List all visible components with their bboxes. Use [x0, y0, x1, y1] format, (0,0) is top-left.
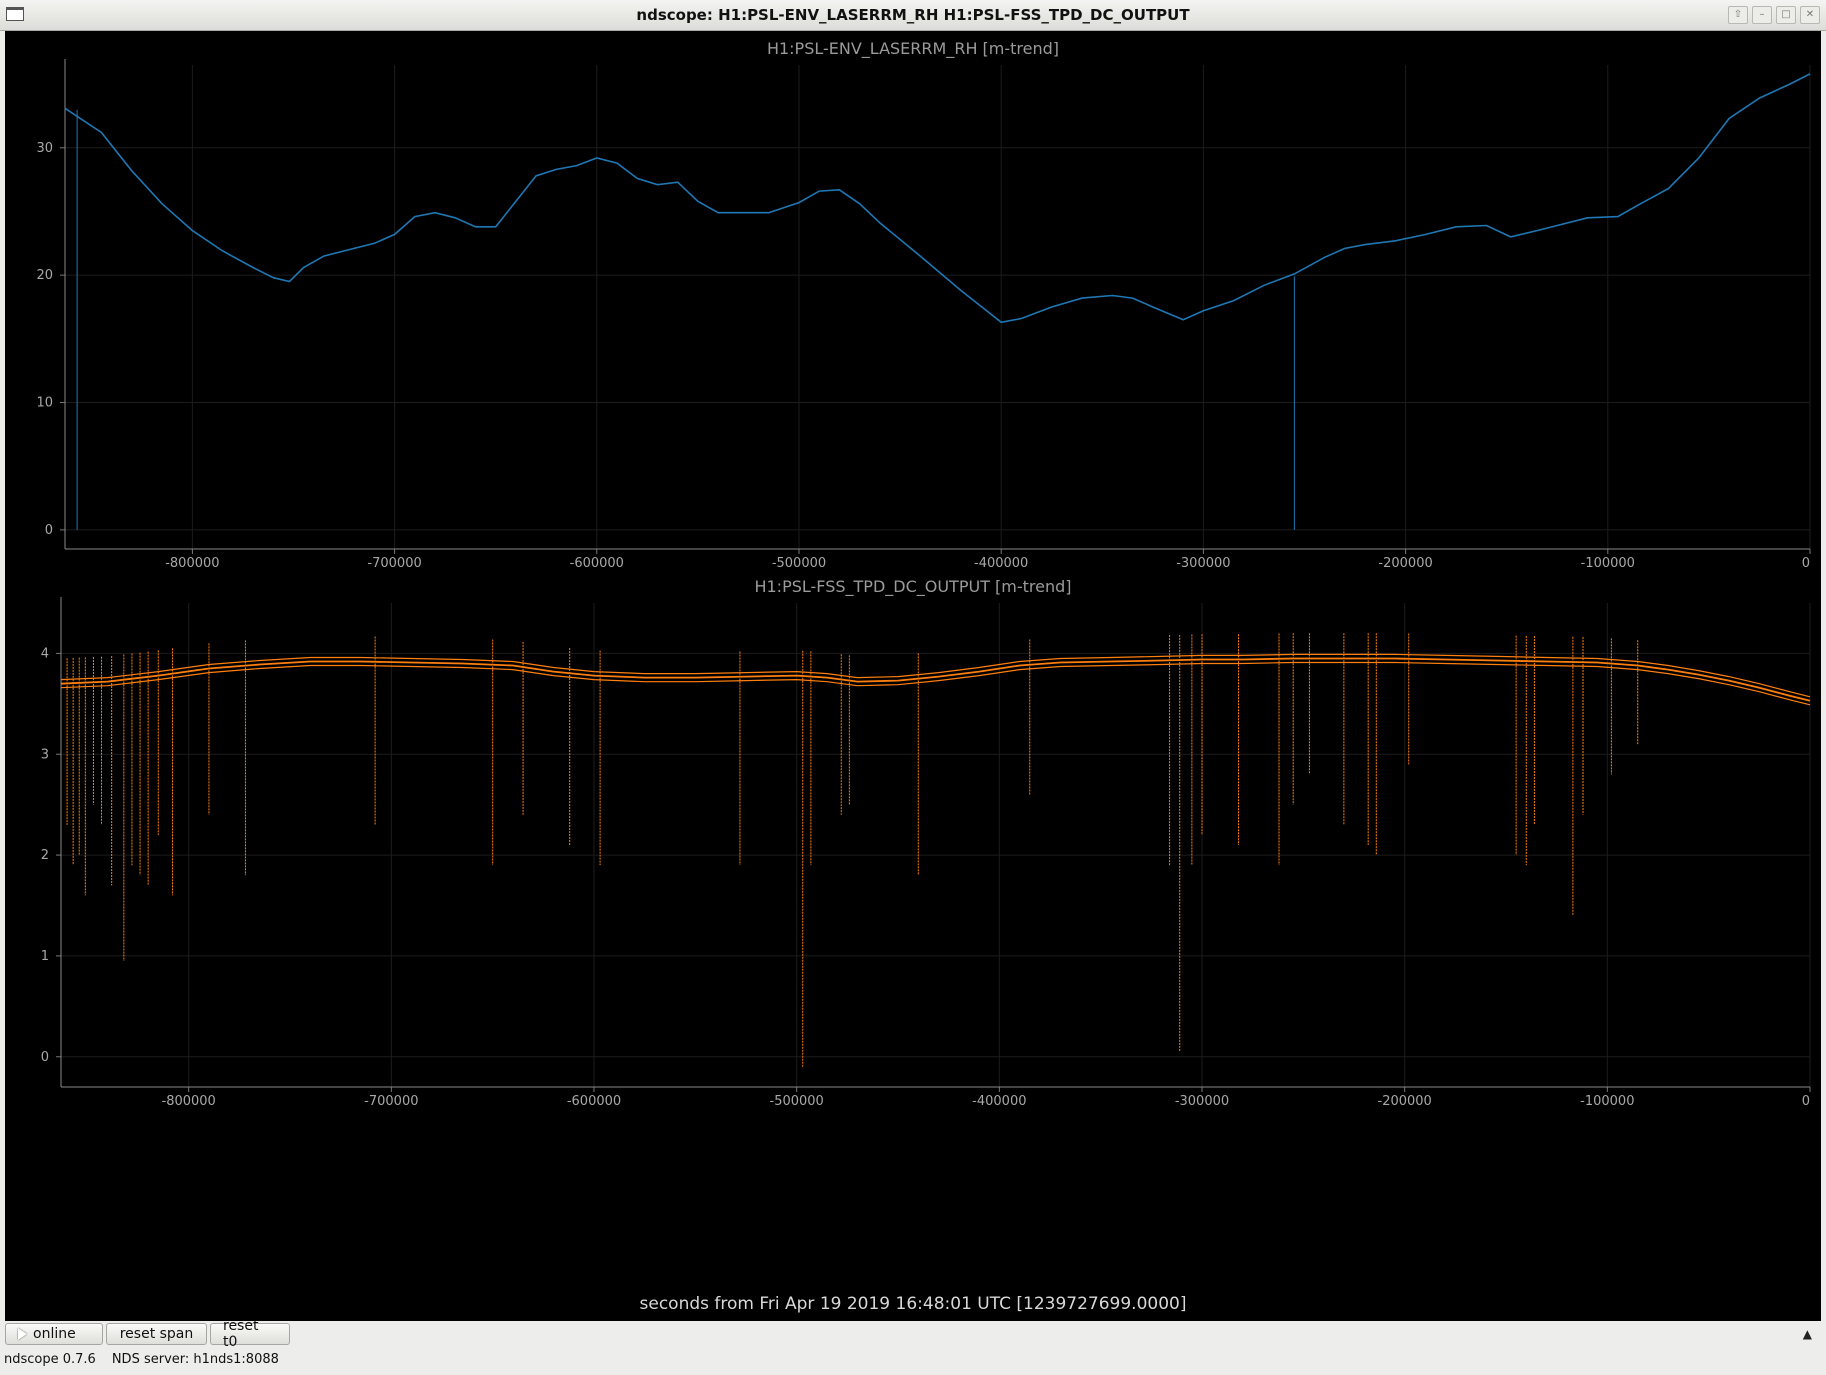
online-label: online [33, 1326, 76, 1342]
toolbar: online reset span reset t0 [5, 1318, 290, 1350]
y-tick-label: 0 [41, 1050, 49, 1065]
reset-span-button[interactable]: reset span [106, 1323, 207, 1345]
plot-title-rh: H1:PSL-ENV_LASERRM_RH [m-trend] [766, 39, 1060, 58]
y-tick-label: 1 [41, 949, 49, 964]
plot-laserrm-rh[interactable]: -800000 -700000 -600000 -500000 -400000 -3000… [5, 59, 1821, 574]
x-tick-label: -100000 [1580, 1094, 1634, 1109]
y-tick-label: 10 [36, 396, 53, 411]
x-tick-label: -600000 [567, 1094, 621, 1109]
x-tick-label: -300000 [1176, 556, 1230, 571]
x-tick-label: -800000 [162, 1094, 216, 1109]
x-tick-label: -700000 [364, 1094, 418, 1109]
window-controls: ⇧ – □ ✕ [1728, 6, 1820, 24]
y-tick-label: 4 [41, 646, 49, 661]
collapse-arrow-icon[interactable]: ▲ [1803, 1327, 1812, 1341]
y-tick-label: 3 [41, 747, 49, 762]
minimize-icon[interactable]: – [1752, 6, 1772, 24]
version-label: ndscope 0.7.6 [4, 1352, 96, 1367]
x-tick-label: -800000 [165, 556, 219, 571]
series-min-line [60, 661, 1811, 706]
up-icon[interactable]: ⇧ [1728, 6, 1748, 24]
x-axis-label: seconds from Fri Apr 19 2019 16:48:01 UT… [639, 1294, 1187, 1314]
window-title: ndscope: H1:PSL-ENV_LASERRM_RH H1:PSL-FS… [636, 6, 1190, 24]
x-tick-label: -500000 [770, 1094, 824, 1109]
x-tick-label: -600000 [570, 556, 624, 571]
x-tick-label: -500000 [772, 556, 826, 571]
x-tick-label: 0 [1802, 556, 1810, 571]
maximize-icon[interactable]: □ [1776, 6, 1796, 24]
series-line-rh [64, 73, 1811, 324]
plot-fss-tpd-dc[interactable]: -800000 -700000 -600000 -500000 -400000 -3000… [5, 597, 1821, 1112]
online-button[interactable]: online [5, 1323, 103, 1345]
x-tick-label: -300000 [1175, 1094, 1229, 1109]
x-tick-label: -200000 [1378, 556, 1432, 571]
x-tick-label: -700000 [367, 556, 421, 571]
y-tick-label: 2 [41, 848, 49, 863]
x-tick-label: 0 [1802, 1094, 1810, 1109]
window-titlebar: ndscope: H1:PSL-ENV_LASERRM_RH H1:PSL-FS… [0, 0, 1826, 31]
status-bar: ndscope 0.7.6 NDS server: h1nds1:8088 [4, 1352, 279, 1367]
series-line-tpd [60, 657, 1811, 702]
x-tick-label: -400000 [974, 556, 1028, 571]
x-tick-label: -100000 [1581, 556, 1635, 571]
y-tick-label: 20 [36, 268, 53, 283]
close-icon[interactable]: ✕ [1800, 6, 1820, 24]
x-tick-label: -200000 [1378, 1094, 1432, 1109]
y-tick-label: 30 [36, 141, 53, 156]
plot-title-tpd: H1:PSL-FSS_TPD_DC_OUTPUT [m-trend] [754, 577, 1072, 596]
play-icon [18, 1328, 27, 1340]
x-tick-label: -400000 [972, 1094, 1026, 1109]
scope-area: H1:PSL-ENV_LASERRM_RH [m-trend] -800000-… [5, 31, 1821, 1321]
reset-t0-button[interactable]: reset t0 [210, 1318, 290, 1350]
server-label: NDS server: h1nds1:8088 [111, 1352, 279, 1367]
y-tick-label: 0 [45, 523, 53, 538]
